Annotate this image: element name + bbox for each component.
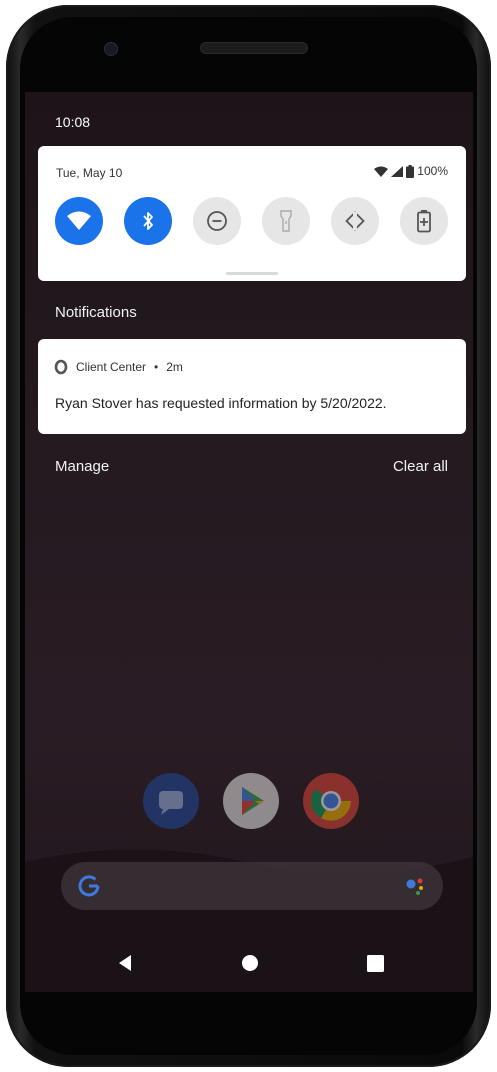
screen: 10:08 Tue, May 10 100% Notifications Cli…: [25, 92, 473, 992]
flashlight-tile[interactable]: [262, 197, 310, 245]
auto-rotate-tile[interactable]: [331, 197, 379, 245]
qs-drag-handle[interactable]: [226, 272, 278, 275]
back-button[interactable]: [112, 950, 138, 976]
clear-all-button[interactable]: Clear all: [393, 458, 448, 475]
battery-icon: [406, 164, 415, 178]
recents-icon: [366, 954, 384, 972]
status-time: 10:08: [55, 114, 91, 130]
home-button[interactable]: [237, 950, 263, 976]
navigation-bar: [25, 938, 473, 988]
notification-card[interactable]: Client Center • 2m Ryan Stover has reque…: [38, 339, 466, 434]
home-icon: [242, 955, 258, 971]
manage-button[interactable]: Manage: [55, 458, 109, 475]
notification-separator: •: [154, 360, 159, 374]
battery-saver-tile[interactable]: [400, 197, 448, 245]
bluetooth-tile[interactable]: [124, 197, 172, 245]
google-g-icon: [78, 875, 100, 897]
wifi-tile[interactable]: [55, 197, 103, 245]
flashlight-icon: [280, 210, 292, 232]
notification-header: Client Center • 2m: [54, 359, 183, 375]
cell-signal-icon: [391, 165, 404, 177]
notifications-heading: Notifications: [55, 304, 137, 321]
do-not-disturb-icon: [207, 211, 227, 231]
front-camera: [104, 42, 118, 56]
battery-saver-icon: [417, 210, 431, 233]
recents-button[interactable]: [362, 950, 388, 976]
play-store-icon[interactable]: [223, 773, 279, 829]
wifi-signal-icon: [374, 166, 389, 177]
quick-settings-panel[interactable]: Tue, May 10 100%: [38, 146, 466, 281]
bluetooth-icon: [143, 212, 153, 230]
back-icon: [119, 955, 131, 971]
earpiece-speaker: [200, 42, 308, 54]
do-not-disturb-tile[interactable]: [193, 197, 241, 245]
wifi-icon: [67, 211, 91, 230]
notification-app-name: Client Center: [76, 360, 147, 374]
google-search-bar[interactable]: [61, 862, 443, 910]
notification-text: Ryan Stover has requested information by…: [55, 395, 387, 411]
qs-date[interactable]: Tue, May 10: [56, 166, 122, 180]
notification-time: 2m: [166, 360, 183, 374]
battery-percent: 100%: [417, 164, 448, 178]
messages-icon[interactable]: [143, 773, 199, 829]
chrome-icon[interactable]: [303, 773, 359, 829]
qs-status-icons: 100%: [374, 164, 448, 178]
app-ring-icon: [54, 359, 68, 375]
assistant-icon[interactable]: [405, 876, 427, 896]
auto-rotate-icon: [345, 211, 365, 231]
